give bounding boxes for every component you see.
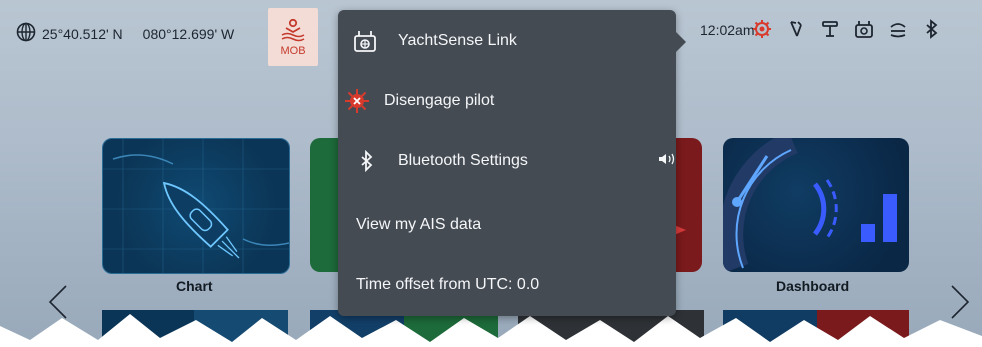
pilot-alarm-icon[interactable] xyxy=(752,18,772,40)
pilot-icon xyxy=(344,88,370,114)
antenna-icon[interactable] xyxy=(786,18,806,40)
sonar-icon[interactable] xyxy=(888,18,908,40)
menu-item-disengage-pilot[interactable]: Disengage pilot xyxy=(338,72,682,130)
status-menu: YachtSense Link Disengage pilot Bluetoot… xyxy=(338,10,686,316)
bluetooth-status-icon[interactable] xyxy=(922,18,942,40)
menu-item-time-offset[interactable]: Time offset from UTC: 0.0 xyxy=(338,256,694,314)
speaker-icon xyxy=(658,152,676,171)
mob-label: MOB xyxy=(280,44,306,57)
chart-app-tile[interactable] xyxy=(102,138,290,274)
menu-item-label: Time offset from UTC: 0.0 xyxy=(356,276,540,293)
menu-item-label: Bluetooth Settings xyxy=(398,152,528,169)
menu-item-bluetooth-settings[interactable]: Bluetooth Settings xyxy=(338,132,692,190)
latitude-text: 25°40.512' N xyxy=(42,25,123,42)
dashboard-tile-label: Dashboard xyxy=(776,278,850,294)
network-icon[interactable] xyxy=(820,18,840,40)
mob-button[interactable]: MOB xyxy=(268,8,318,66)
bluetooth-icon xyxy=(354,148,380,174)
longitude-text: 080°12.699' W xyxy=(142,25,235,42)
yachtsense-status-icon[interactable] xyxy=(854,18,874,40)
chart-tile-label: Chart xyxy=(176,278,213,294)
mob-icon xyxy=(280,18,306,45)
gps-position[interactable]: 25°40.512' N 080°12.699' W xyxy=(16,22,234,45)
status-icons xyxy=(752,18,942,40)
menu-item-yachtsense-link[interactable]: YachtSense Link xyxy=(338,12,690,70)
menu-item-label: Disengage pilot xyxy=(384,92,495,109)
chart-boat-icon xyxy=(103,139,289,273)
yachtsense-icon xyxy=(352,28,378,54)
clock-text: 12:02am xyxy=(700,22,755,38)
dashboard-gauge-icon xyxy=(723,138,897,272)
menu-item-label: View my AIS data xyxy=(356,216,482,233)
menu-item-view-ais-data[interactable]: View my AIS data xyxy=(338,196,694,254)
menu-item-label: YachtSense Link xyxy=(398,32,517,49)
globe-icon xyxy=(16,22,36,45)
dashboard-app-tile[interactable] xyxy=(723,138,909,272)
